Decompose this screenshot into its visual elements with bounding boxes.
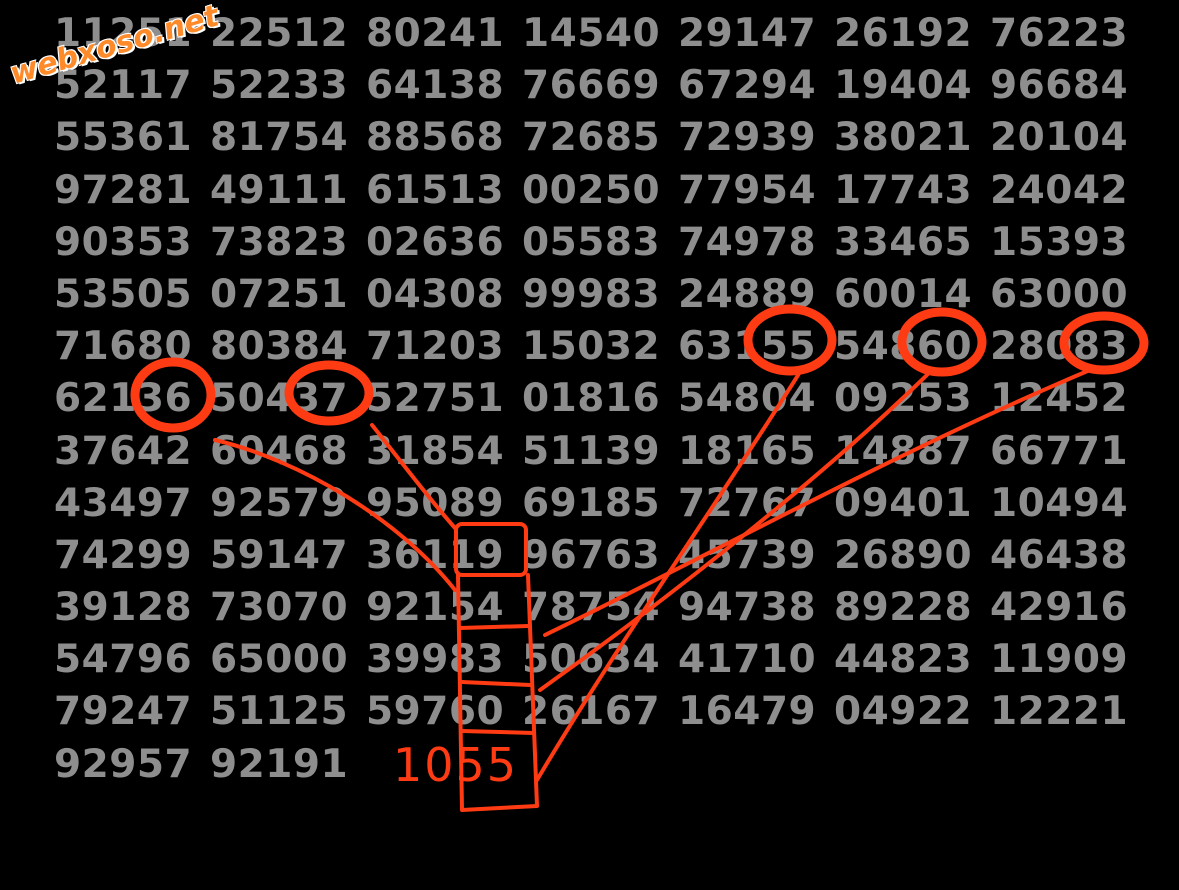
connector-line	[543, 368, 1092, 637]
result-text: 1055	[393, 738, 519, 792]
circle-highlight-62136	[130, 357, 216, 433]
circle-highlight-28083	[1059, 311, 1149, 375]
circle-highlight-63155	[743, 304, 837, 376]
connector-line	[535, 370, 802, 782]
hand-drawn-annotations	[130, 304, 1149, 812]
column-divider	[460, 680, 532, 687]
connector-line	[370, 423, 457, 530]
connector-line	[538, 370, 932, 692]
column-divider	[458, 624, 530, 630]
column-divider	[460, 729, 536, 735]
column-box-top	[454, 522, 528, 577]
lottery-number-board: 11251 22512 80241 14540 29147 26192 76223 52117…	[0, 0, 1179, 890]
circle-highlight-50437	[284, 360, 374, 426]
circle-highlight-54860	[897, 307, 987, 377]
connector-line	[213, 438, 457, 592]
